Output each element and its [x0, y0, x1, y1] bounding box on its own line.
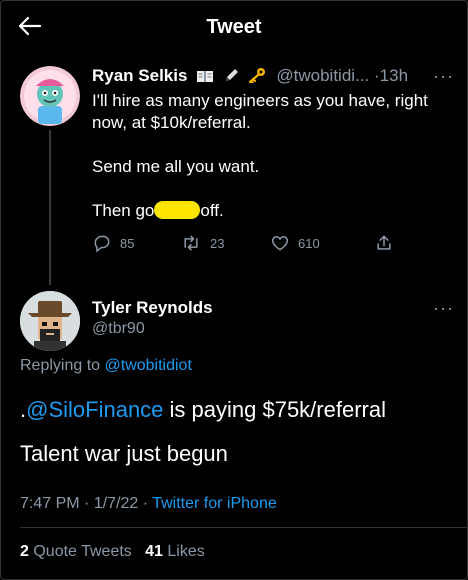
- tweet-text-line: Talent war just begun: [20, 441, 228, 466]
- tweet-text-line: now, at $10k/referral.: [92, 113, 251, 132]
- replying-label: Replying to: [20, 357, 101, 374]
- retweet-button[interactable]: 23: [180, 233, 224, 253]
- pen-emoji-icon: [223, 67, 239, 88]
- like-count: 41: [145, 543, 163, 560]
- tweet-source-link[interactable]: Twitter for iPhone: [152, 495, 277, 512]
- tweet-header: Tweet: [0, 0, 468, 54]
- tweet-date[interactable]: 1/7/22: [94, 495, 138, 512]
- tweet-time[interactable]: 7:47 PM: [20, 495, 80, 512]
- reply-button[interactable]: 85: [92, 233, 134, 253]
- tweet-text-line: off.: [200, 201, 224, 220]
- page-title: Tweet: [206, 16, 262, 38]
- avatar[interactable]: [20, 66, 80, 126]
- author-handle[interactable]: @twobitidi...: [276, 66, 369, 85]
- avatar[interactable]: [20, 291, 80, 351]
- share-button[interactable]: [374, 233, 402, 253]
- more-options-icon[interactable]: ···: [433, 66, 454, 87]
- parent-author-row: Ryan Selkis @twobitidi... ·13h: [92, 66, 408, 88]
- parent-tweet-text: I'll hire as many engineers as you have,…: [92, 90, 452, 244]
- main-tweet-text: .@SiloFinance is paying $75k/referral Ta…: [20, 392, 460, 472]
- reply-icon: [94, 235, 110, 253]
- heart-icon: [271, 235, 289, 251]
- quote-tweets-link[interactable]: 2 Quote Tweets: [20, 543, 132, 560]
- book-emoji-icon: [196, 68, 214, 88]
- likes-link[interactable]: 41 Likes: [145, 543, 205, 560]
- like-button[interactable]: 610: [270, 233, 320, 253]
- share-icon: [377, 235, 391, 250]
- tweet-time[interactable]: 13h: [380, 66, 408, 85]
- retweet-count: 23: [210, 235, 225, 251]
- quote-label: Quote Tweets: [33, 543, 132, 560]
- reply-count: 85: [120, 235, 135, 251]
- mention-link[interactable]: @SiloFinance: [26, 397, 163, 422]
- tweet-text-line: I'll hire as many engineers as you have,…: [92, 91, 428, 110]
- separator-dot: ·: [138, 495, 153, 512]
- author-handle[interactable]: @tbr90: [92, 320, 145, 338]
- more-options-icon[interactable]: ···: [433, 298, 454, 319]
- quote-count: 2: [20, 543, 29, 560]
- thread-line: [49, 130, 51, 285]
- author-name[interactable]: Ryan Selkis: [92, 66, 187, 85]
- tweet-text-line: Then go: [92, 201, 155, 220]
- tweet-text-line: Send me all you want.: [92, 157, 260, 176]
- tweet-stats: 2 Quote Tweets 41 Likes: [20, 543, 205, 561]
- tweet-actions: 85 23 610: [92, 233, 422, 255]
- redaction-mark: [154, 201, 201, 219]
- tweet-meta: 7:47 PM · 1/7/22 · Twitter for iPhone: [20, 495, 277, 513]
- replying-to: Replying to @twobitidiot: [20, 357, 192, 375]
- tweet-text-line: is paying $75k/referral: [163, 397, 386, 422]
- retweet-icon: [184, 235, 198, 251]
- separator-dot: ·: [79, 495, 94, 512]
- divider: [20, 527, 468, 528]
- key-emoji-icon: [248, 67, 266, 88]
- author-name[interactable]: Tyler Reynolds: [92, 298, 213, 318]
- like-count: 610: [298, 235, 320, 251]
- like-label: Likes: [167, 543, 205, 560]
- replying-handle-link[interactable]: @twobitidiot: [105, 357, 192, 374]
